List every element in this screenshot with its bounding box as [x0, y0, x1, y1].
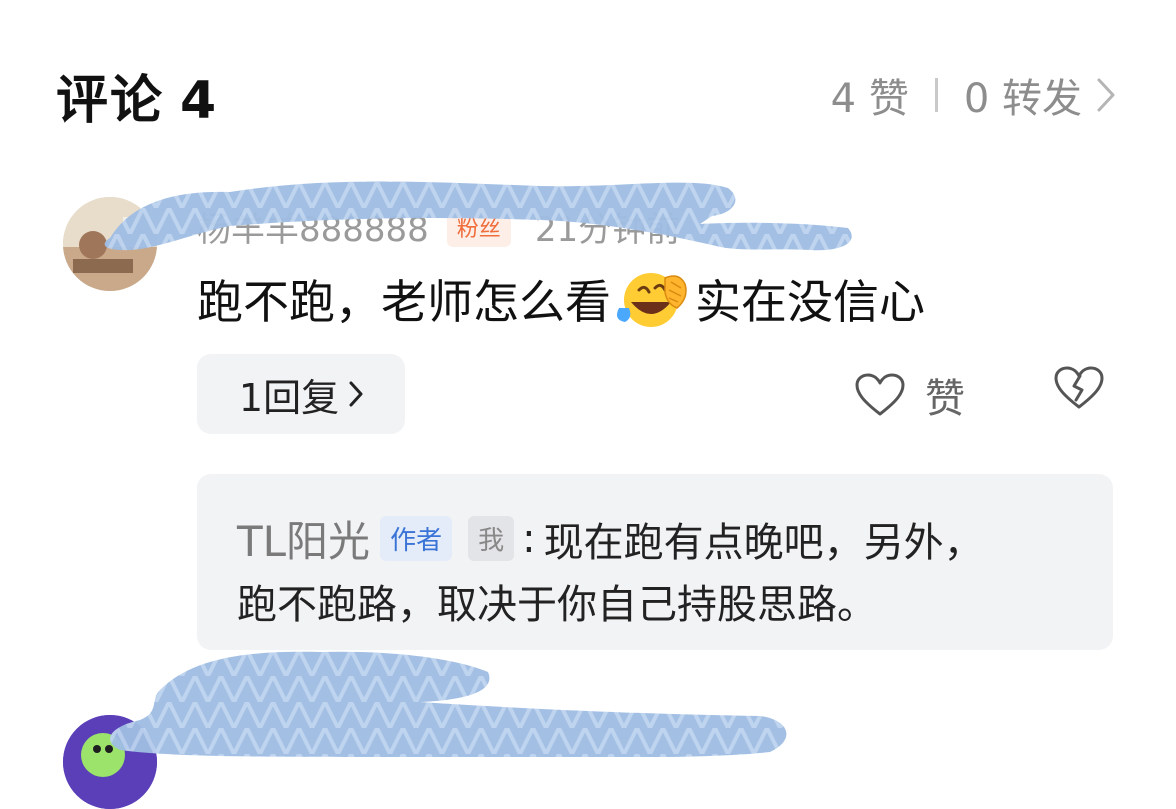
reposts-count: 0 转发 [963, 76, 1082, 122]
reply-username[interactable]: TL阳光 [237, 508, 370, 569]
heart-icon [855, 373, 905, 417]
view-replies-button[interactable]: 1回复 [197, 354, 405, 434]
me-tag: 我 [468, 516, 515, 561]
chevron-right-icon [1096, 77, 1116, 113]
stats-divider [934, 78, 938, 112]
comment-meta: 杨羊羊888888 粉丝 21分钟前 [197, 202, 680, 251]
view-replies-label: 1回复 [238, 375, 340, 420]
fan-badge: 粉丝 [446, 206, 511, 247]
reply-text-line1: 现在跑有点晚吧，另外， [543, 519, 984, 566]
broken-heart-icon [1054, 366, 1104, 414]
commenter-username[interactable]: 杨羊羊888888 [197, 202, 429, 251]
comment-time: 21分钟前 [534, 210, 681, 250]
comment-text-after: 实在没信心 [695, 275, 925, 329]
dislike-button[interactable] [1054, 366, 1104, 414]
comment-text-before: 跑不跑，老师怎么看 [197, 275, 611, 329]
comment-body: 跑不跑，老师怎么看 实在没信心 [197, 266, 925, 332]
commenter-avatar[interactable] [63, 197, 157, 291]
rolling-laughing-emoji-icon [615, 268, 691, 330]
author-tag: 作者 [380, 516, 453, 561]
reply-first-line: TL阳光 作者 我 : 现在跑有点晚吧，另外， [237, 508, 984, 569]
reply-colon: : [522, 515, 536, 562]
next-commenter-avatar[interactable] [63, 715, 157, 809]
like-label: 赞 [925, 376, 965, 422]
comments-title: 评论 4 [56, 58, 218, 133]
like-button[interactable]: 赞 [855, 366, 965, 424]
likes-count: 4 赞 [830, 76, 909, 122]
reply-card[interactable]: TL阳光 作者 我 : 现在跑有点晚吧，另外， 跑不跑路，取决于你自己持股思路。 [197, 474, 1113, 650]
comments-header: 评论 4 4 赞 0 转发 [0, 0, 1176, 160]
reply-text-line2: 跑不跑路，取决于你自己持股思路。 [237, 582, 877, 628]
chevron-right-icon [349, 381, 363, 407]
comments-title-label: 评论 [56, 71, 165, 131]
comments-count: 4 [180, 71, 219, 131]
post-stats[interactable]: 4 赞 0 转发 [831, 66, 1116, 124]
